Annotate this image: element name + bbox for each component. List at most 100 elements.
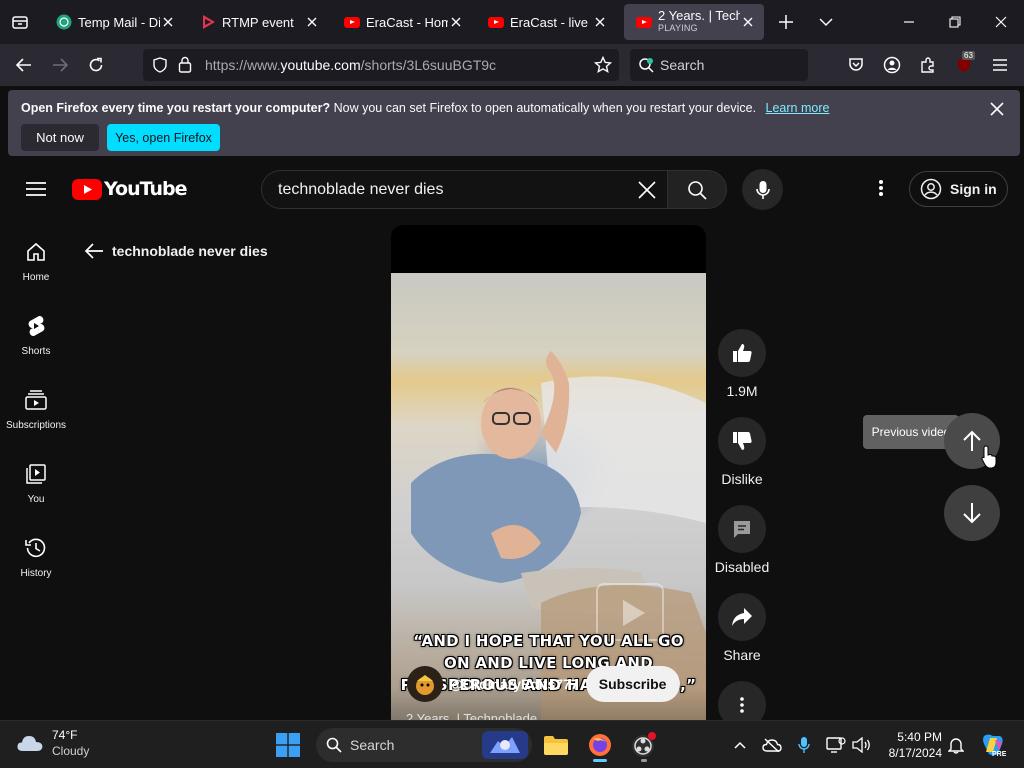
guide-menu-button[interactable] xyxy=(25,179,47,199)
guide-item-subscriptions[interactable]: Subscriptions xyxy=(0,384,72,454)
taskbar-search-box[interactable]: Search xyxy=(316,728,532,762)
new-tab-button[interactable] xyxy=(771,7,801,37)
voice-search-button[interactable] xyxy=(742,169,783,210)
settings-more-button[interactable] xyxy=(871,179,891,199)
next-video-button[interactable] xyxy=(944,485,1000,541)
close-tab-icon[interactable] xyxy=(160,14,176,30)
share-button[interactable] xyxy=(718,593,766,641)
tab-title: 2 Years. | Techno xyxy=(658,9,740,23)
url-text[interactable]: https://www.youtube.com/shorts/3L6suuBGT… xyxy=(205,57,496,73)
youtube-icon xyxy=(488,14,504,30)
notification-message: Open Firefox every time you restart your… xyxy=(21,101,829,115)
thumbs-down-icon xyxy=(733,432,752,450)
guide-item-home[interactable]: Home xyxy=(0,236,72,306)
results-query-title: technoblade never dies xyxy=(112,243,268,259)
restore-button[interactable] xyxy=(940,7,970,37)
subscribe-button[interactable]: Subscribe xyxy=(585,666,680,702)
mouse-cursor-icon xyxy=(981,445,997,469)
microphone-tray-icon[interactable] xyxy=(790,729,818,761)
display-tray-icon[interactable] xyxy=(822,729,850,761)
lock-icon[interactable] xyxy=(178,56,192,78)
tab-temp-mail[interactable]: Temp Mail - Dis xyxy=(44,4,184,40)
list-all-tabs-button[interactable] xyxy=(811,7,841,37)
tab-technoblade-active[interactable]: 2 Years. | Techno PLAYING xyxy=(624,4,764,40)
start-button[interactable] xyxy=(272,729,304,761)
browser-tab-bar: Temp Mail - Dis RTMP event EraCast - Hom… xyxy=(0,0,1024,44)
tab-title: RTMP event xyxy=(222,14,294,30)
notifications-button[interactable] xyxy=(942,729,970,761)
windows-logo-icon xyxy=(276,733,300,757)
shorts-icon xyxy=(24,314,48,338)
close-tab-icon[interactable] xyxy=(592,14,608,30)
address-bar[interactable]: https://www.youtube.com/shorts/3L6suuBGT… xyxy=(143,49,619,81)
firefox-taskbar-button[interactable] xyxy=(584,729,616,762)
forward-button[interactable] xyxy=(45,50,75,80)
yes-open-firefox-button[interactable]: Yes, open Firefox xyxy=(107,124,220,151)
close-window-button[interactable] xyxy=(986,7,1016,37)
app-menu-button[interactable] xyxy=(985,50,1015,80)
youtube-header: YouTube technoblade never dies Sign in xyxy=(0,160,1024,218)
guide-item-you[interactable]: You xyxy=(0,458,72,528)
guide-item-history[interactable]: History xyxy=(0,532,72,602)
extensions-button[interactable] xyxy=(913,50,943,80)
guide-item-shorts[interactable]: Shorts xyxy=(0,310,72,380)
account-icon xyxy=(883,56,901,74)
copilot-button[interactable]: PRE xyxy=(976,729,1010,761)
obs-taskbar-button[interactable] xyxy=(628,729,660,762)
tracking-shield-icon[interactable] xyxy=(152,57,168,78)
bookmark-star-icon[interactable] xyxy=(593,55,613,79)
close-tab-icon[interactable] xyxy=(448,14,464,30)
video-frame[interactable]: “AND I HOPE THAT YOU ALL GO ON AND LIVE … xyxy=(391,273,706,720)
dislike-button[interactable] xyxy=(718,417,766,465)
show-hidden-icons-button[interactable] xyxy=(726,729,754,761)
close-notification-button[interactable] xyxy=(986,98,1008,120)
youtube-search-input[interactable]: technoblade never dies xyxy=(261,170,667,209)
like-button[interactable] xyxy=(718,329,766,377)
tab-eracast-live[interactable]: EraCast - live xyxy=(476,4,616,40)
minimize-button[interactable] xyxy=(894,7,924,37)
shorts-player[interactable]: “AND I HOPE THAT YOU ALL GO ON AND LIVE … xyxy=(391,225,706,720)
file-explorer-button[interactable] xyxy=(540,729,572,761)
comments-button[interactable] xyxy=(718,505,766,553)
taskbar-search-label: Search xyxy=(350,737,395,753)
channel-avatar[interactable] xyxy=(407,666,443,702)
cloud-offline-icon xyxy=(762,738,782,752)
sign-in-button[interactable]: Sign in xyxy=(909,171,1008,207)
more-vertical-icon xyxy=(740,697,744,713)
firefox-icon xyxy=(589,734,611,756)
system-clock[interactable]: 5:40 PM 8/17/2024 xyxy=(882,729,942,761)
close-tab-icon[interactable] xyxy=(740,14,756,30)
chevron-up-icon xyxy=(734,741,746,749)
weather-widget[interactable]: 74°F Cloudy xyxy=(16,727,89,759)
tab-rtmp-event[interactable]: RTMP event xyxy=(188,4,328,40)
chevron-down-icon xyxy=(819,18,833,27)
browser-search-box[interactable]: Search xyxy=(630,49,808,81)
guide-item-label: Subscriptions xyxy=(5,420,67,431)
video-title[interactable]: 2 Years. | Technoblade xyxy=(406,711,537,720)
youtube-icon xyxy=(344,14,360,30)
pocket-button[interactable] xyxy=(841,50,871,80)
youtube-logo[interactable]: YouTube xyxy=(72,178,187,200)
cloud-icon xyxy=(17,736,43,751)
arrow-down-icon xyxy=(963,503,981,524)
not-now-button[interactable]: Not now xyxy=(21,124,99,151)
clear-search-icon[interactable] xyxy=(638,181,656,204)
tab-eracast-home[interactable]: EraCast - Home xyxy=(332,4,472,40)
ublock-extension-button[interactable]: 63 xyxy=(949,50,979,80)
share-label: Share xyxy=(723,647,761,663)
channel-handle[interactable]: @OrdinaryEdits777 xyxy=(449,676,579,692)
back-button[interactable] xyxy=(9,50,39,80)
close-tab-icon[interactable] xyxy=(304,14,320,30)
youtube-search-button[interactable] xyxy=(667,170,727,209)
tab-overview-button[interactable] xyxy=(5,7,35,37)
close-icon xyxy=(990,102,1004,116)
youtube-logo-text: YouTube xyxy=(104,178,187,200)
restore-icon xyxy=(949,16,961,28)
onedrive-tray-icon[interactable] xyxy=(758,729,786,761)
volume-tray-icon[interactable] xyxy=(848,729,876,761)
learn-more-link[interactable]: Learn more xyxy=(766,101,830,115)
reload-button[interactable] xyxy=(81,50,111,80)
back-to-results[interactable]: technoblade never dies xyxy=(84,240,268,262)
search-icon xyxy=(688,180,707,200)
account-button[interactable] xyxy=(877,50,907,80)
